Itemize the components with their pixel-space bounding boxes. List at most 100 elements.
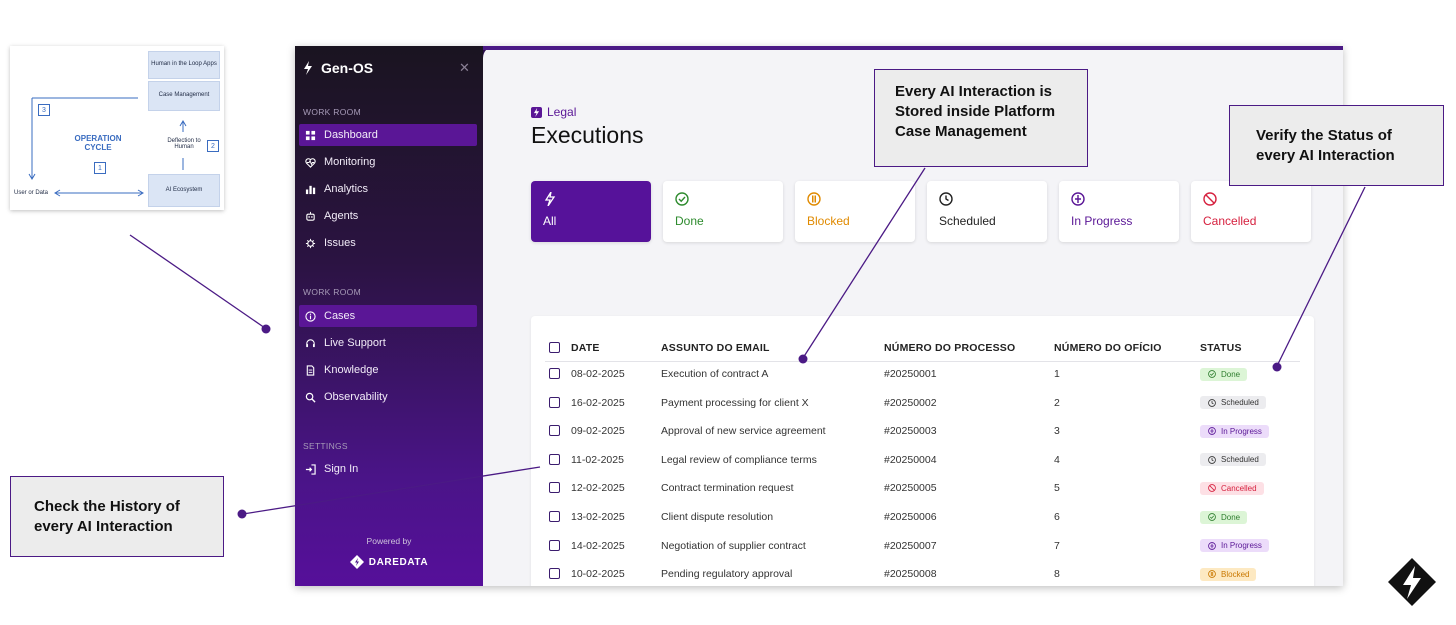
- table-row[interactable]: 13-02-2025 Client dispute resolution #2025…: [531, 503, 1314, 531]
- sidebar-item-knowledge[interactable]: Knowledge: [299, 359, 477, 381]
- status-filter-cards: All Done Blocked Scheduled In Progress Cancel…: [531, 181, 1311, 242]
- operation-cycle-diagram: Human in the Loop Apps Case Management D…: [10, 46, 224, 210]
- cell-process-number: #20250005: [884, 482, 937, 495]
- diagram-deflection-label: Deflection to Human: [167, 138, 201, 150]
- diagram-user-data-label: User or Data: [14, 190, 49, 196]
- select-all-checkbox[interactable]: [549, 342, 560, 353]
- filter-card-cancelled[interactable]: Cancelled: [1191, 181, 1311, 242]
- callout-verify-status: Verify the Status of every AI Interactio…: [1229, 105, 1444, 186]
- sidebar-item-issues[interactable]: Issues: [299, 232, 477, 254]
- sidebar-item-dashboard[interactable]: Dashboard: [299, 124, 477, 146]
- app-title: Gen-OS: [321, 60, 374, 76]
- table-row[interactable]: 16-02-2025 Payment processing for client …: [531, 389, 1314, 417]
- app-brand[interactable]: Gen-OS: [303, 60, 373, 76]
- cell-process-number: #20250001: [884, 368, 937, 380]
- cell-office-number: 6: [1054, 511, 1060, 523]
- sign-in-icon: [305, 463, 316, 475]
- robot-icon: [306, 211, 315, 221]
- sidebar-item-sign-in[interactable]: Sign In: [299, 458, 477, 480]
- cell-process-number: #20250007: [884, 539, 937, 552]
- close-icon[interactable]: ✕: [459, 60, 470, 76]
- row-checkbox[interactable]: [549, 396, 560, 408]
- sidebar-item-agents[interactable]: Agents: [299, 205, 477, 227]
- cell-office-number: 7: [1054, 539, 1060, 552]
- cell-status: Scheduled: [1200, 389, 1266, 417]
- cell-process-number: #20250008: [884, 568, 937, 581]
- sidebar-item-label: Agents: [324, 210, 359, 222]
- filter-card-in-progress[interactable]: In Progress: [1059, 181, 1179, 242]
- table-row[interactable]: 08-02-2025 Execution of contract A #202500…: [531, 360, 1314, 388]
- row-checkbox[interactable]: [549, 368, 560, 379]
- cell-office-number: 3: [1054, 425, 1060, 438]
- row-checkbox[interactable]: [549, 453, 560, 465]
- sidebar-item-live-support[interactable]: Live Support: [299, 332, 477, 354]
- filter-card-label: Blocked: [807, 214, 850, 228]
- blocked-icon: [807, 192, 821, 206]
- cell-date: 16-02-2025: [571, 396, 625, 409]
- bolt-icon: [304, 61, 312, 75]
- cell-date: 11-02-2025: [571, 453, 624, 466]
- table-row[interactable]: 12-02-2025 Contract termination request #2…: [531, 474, 1314, 502]
- diagram-human-loop-box: Human in the Loop Apps: [148, 51, 220, 79]
- cell-date: 09-02-2025: [571, 425, 625, 438]
- executions-table: DATE ASSUNTO DO EMAIL NÚMERO DO PROCESSO…: [531, 316, 1314, 586]
- callout-check-history: Check the History of every AI Interactio…: [10, 476, 224, 557]
- sidebar-item-label: Knowledge: [324, 364, 379, 376]
- cell-subject: Legal review of compliance terms: [661, 453, 817, 466]
- sidebar-item-observability[interactable]: Observability: [299, 386, 477, 408]
- filter-card-done[interactable]: Done: [663, 181, 783, 242]
- check-circle-icon: [1208, 370, 1216, 378]
- filter-card-label: In Progress: [1071, 214, 1133, 228]
- row-checkbox[interactable]: [549, 425, 560, 437]
- table-row[interactable]: 14-02-2025 Negotiation of supplier contra…: [531, 532, 1314, 560]
- cell-subject: Client dispute resolution: [661, 511, 774, 523]
- sidebar-item-monitoring[interactable]: Monitoring: [299, 151, 477, 173]
- headset-icon: [306, 338, 315, 347]
- gen-os-logo-icon: [1388, 558, 1436, 606]
- row-checkbox[interactable]: [549, 482, 560, 494]
- company-logo: DAREDATA: [295, 555, 483, 569]
- header-office-number[interactable]: NÚMERO DO OFÍCIO: [1054, 336, 1162, 360]
- breadcrumb-label: Legal: [547, 105, 577, 119]
- cell-process-number: #20250003: [884, 425, 937, 438]
- filter-card-label: Cancelled: [1203, 214, 1257, 228]
- status-badge-label: Done: [1221, 369, 1241, 379]
- cell-subject: Payment processing for client X: [661, 396, 809, 409]
- table-row[interactable]: 10-02-2025 Pending regulatory approval #20…: [531, 560, 1314, 586]
- sidebar-item-analytics[interactable]: Analytics: [299, 178, 477, 200]
- filter-card-label: Done: [675, 214, 704, 228]
- check-circle-icon: [1208, 513, 1216, 521]
- row-checkbox[interactable]: [549, 568, 560, 580]
- status-badge: Done: [1200, 510, 1248, 524]
- bug-icon: [305, 238, 316, 248]
- heartbeat-icon: [305, 157, 316, 168]
- cell-status: Done: [1200, 503, 1248, 531]
- callout-stored-interactions: Every AI Interaction is Stored inside Pl…: [874, 69, 1088, 167]
- sidebar: Gen-OS ✕ WORK ROOM Dashboard Monitoring An…: [295, 46, 483, 586]
- row-checkbox[interactable]: [549, 511, 560, 522]
- filter-card-blocked[interactable]: Blocked: [795, 181, 915, 242]
- table-row[interactable]: 09-02-2025 Approval of new service agreem…: [531, 417, 1314, 445]
- table-row[interactable]: 11-02-2025 Legal review of compliance ter…: [531, 446, 1314, 474]
- progress-icon: [1208, 427, 1216, 436]
- breadcrumb[interactable]: Legal: [531, 105, 576, 119]
- row-checkbox[interactable]: [549, 539, 560, 551]
- daredata-logo-icon: [349, 555, 364, 569]
- filter-card-scheduled[interactable]: Scheduled: [927, 181, 1047, 242]
- cell-status: In Progress: [1200, 417, 1269, 445]
- section-label-workroom: WORK ROOM: [303, 287, 361, 297]
- header-status[interactable]: STATUS: [1200, 336, 1242, 360]
- header-subject[interactable]: ASSUNTO DO EMAIL: [661, 336, 770, 360]
- cell-status: Blocked: [1200, 560, 1257, 586]
- progress-icon: [1208, 541, 1216, 550]
- page-title: Executions: [531, 122, 644, 148]
- cell-subject: Contract termination request: [661, 482, 794, 495]
- sidebar-item-label: Cases: [324, 310, 356, 322]
- filter-card-label: All: [543, 214, 557, 228]
- filter-card-all[interactable]: All: [531, 181, 651, 242]
- sidebar-item-cases[interactable]: Cases: [299, 305, 477, 327]
- cell-date: 12-02-2025: [571, 482, 625, 495]
- header-date[interactable]: DATE: [571, 336, 600, 360]
- header-process-number[interactable]: NÚMERO DO PROCESSO: [884, 336, 1015, 360]
- sidebar-item-label: Dashboard: [324, 129, 378, 141]
